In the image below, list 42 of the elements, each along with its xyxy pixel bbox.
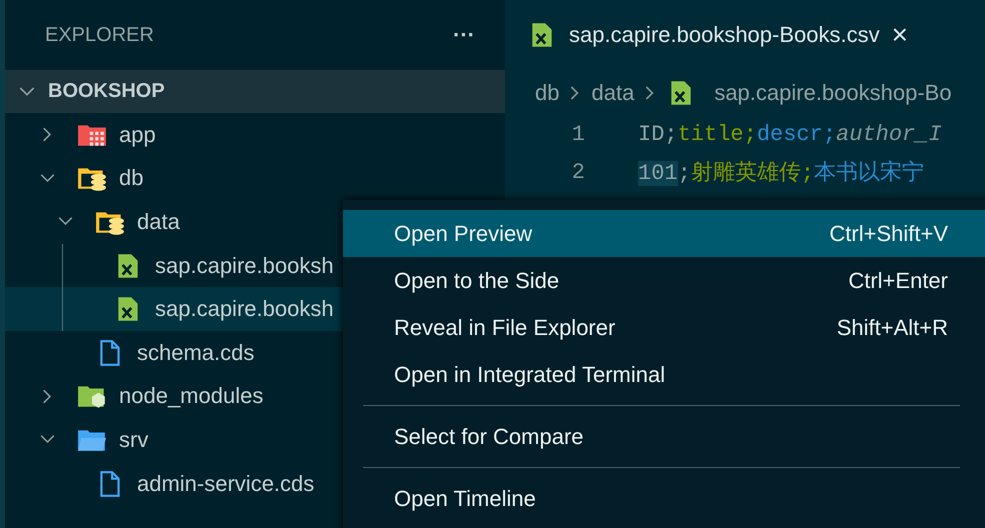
line-number: 2 [570,160,585,184]
tree-item-label: admin-service.cds [137,470,314,497]
tab-label: sap.capire.bookshop-Books.csv [569,22,880,48]
more-actions-button[interactable]: ··· [453,22,475,48]
code-token: ID; [638,122,678,146]
line-number: 1 [570,122,585,146]
explorer-title: EXPLORER [45,24,154,46]
code-token: 射雕英雄传; [690,161,814,186]
close-button[interactable]: × [892,19,908,51]
keyboard-shortcut: Ctrl+Enter [848,268,948,294]
code-token: author_I [836,122,942,146]
breadcrumb[interactable]: data [591,80,634,106]
section-label: BOOKSHOP [48,80,165,103]
tree-item[interactable]: app [5,113,505,157]
code-token: 本书以宋宁 [814,161,924,186]
tree-item-label: db [119,165,144,192]
menu-item-label: Select for Compare [394,424,584,450]
breadcrumb[interactable]: sap.capire.bookshop-Bo [714,80,952,106]
tree-item-label: data [137,208,180,235]
editor-tab[interactable]: sap.capire.bookshop-Books.csv × [505,0,985,70]
tree-item-label: srv [119,426,148,453]
section-header[interactable]: BOOKSHOP [5,70,505,113]
menu-item-label: Open Timeline [394,486,536,512]
code-token: 101 [638,161,678,186]
keyboard-shortcut: Ctrl+Shift+V [829,220,948,246]
code-token: title; [678,122,757,146]
tree-item-label: app [119,122,156,148]
code-token: ; [678,161,691,186]
breadcrumb[interactable]: db [535,80,560,106]
tree-item-label: sap.capire.booksh [155,296,334,322]
menu-item[interactable]: Open Preview Ctrl+Shift+V [343,210,985,257]
menu-item[interactable]: Select for Compare [343,413,985,460]
menu-item-label: Open in Integrated Terminal [394,362,666,388]
tree-item-label: node_modules [119,383,264,410]
code-token: descr; [756,122,836,146]
menu-item[interactable]: Open in Integrated Terminal [343,351,985,398]
keyboard-shortcut: Shift+Alt+R [836,314,948,340]
menu-item-label: Open Preview [394,220,532,246]
tree-item-label: schema.cds [137,340,254,366]
tree-item[interactable]: db [5,156,505,200]
tree-item-label: sap.capire.booksh [155,252,334,279]
menu-item[interactable]: Open Timeline [343,475,985,522]
